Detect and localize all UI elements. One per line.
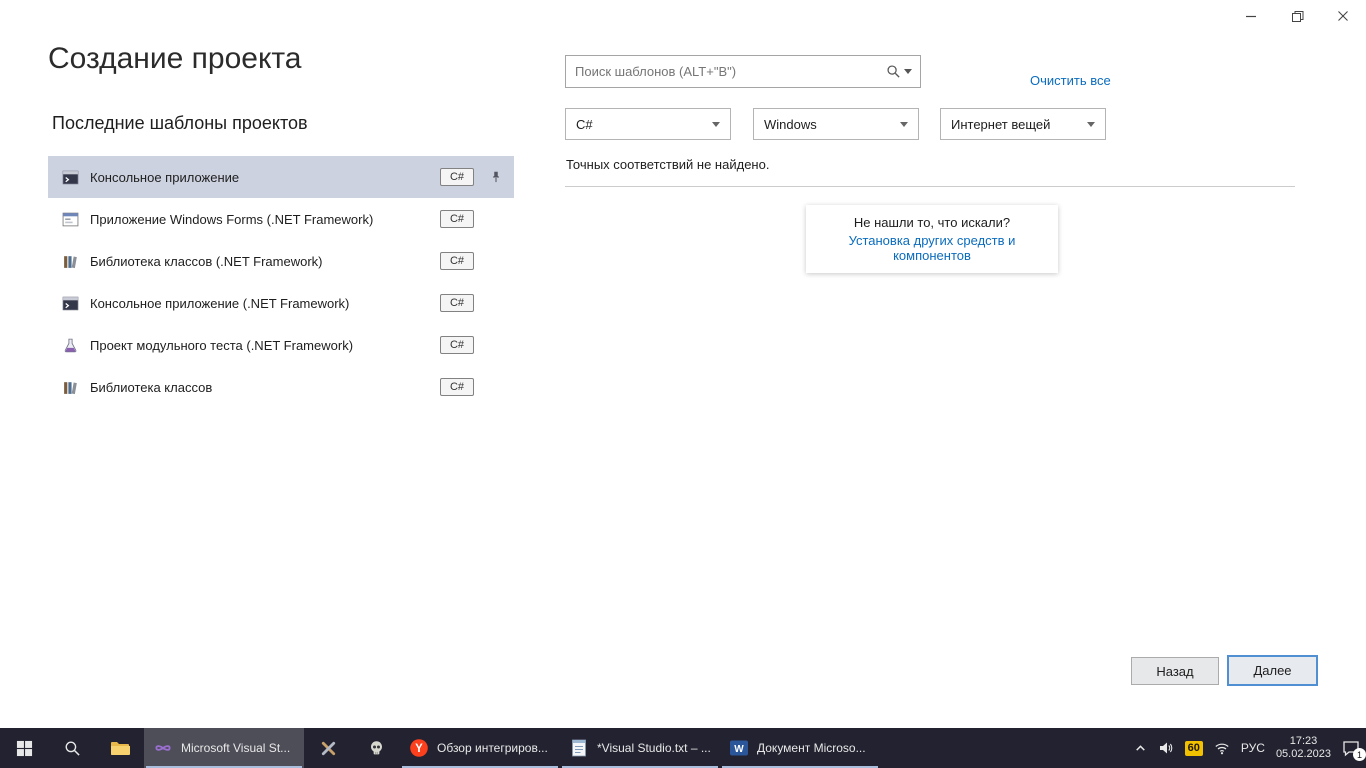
clock[interactable]: 17:23 05.02.2023 xyxy=(1276,735,1331,761)
install-tools-link[interactable]: Установка других средств и компонентов xyxy=(812,233,1052,263)
taskbar-app-label: Документ Microso... xyxy=(757,741,871,755)
svg-text:Y: Y xyxy=(415,743,423,755)
pin-button[interactable] xyxy=(484,165,508,189)
template-item-console-app-netfx[interactable]: Консольное приложение (.NET Framework) C… xyxy=(48,282,514,324)
language-badge: C# xyxy=(440,168,474,186)
restore-button[interactable] xyxy=(1274,0,1320,32)
skull-icon xyxy=(367,739,386,758)
search-icon xyxy=(64,740,81,757)
pushpin-icon xyxy=(489,170,503,184)
taskbar-search-button[interactable] xyxy=(48,728,96,768)
platform-filter-dropdown[interactable]: Windows xyxy=(753,108,919,140)
close-button[interactable] xyxy=(1320,0,1366,32)
volume-icon[interactable] xyxy=(1158,740,1174,756)
taskbar: Microsoft Visual St... Y Обзор интегриро… xyxy=(0,728,1366,768)
system-tray: 60 РУС 17:23 05.02.2023 1 xyxy=(1134,728,1366,768)
winforms-app-icon xyxy=(62,211,79,228)
recent-template-list: Консольное приложение C# Приложение Wind… xyxy=(48,156,514,408)
template-name: Консольное приложение xyxy=(90,170,440,185)
taskbar-app-visual-studio[interactable]: Microsoft Visual St... xyxy=(144,728,304,768)
template-item-unit-test-netfx[interactable]: Проект модульного теста (.NET Framework)… xyxy=(48,324,514,366)
windows-logo-icon xyxy=(16,740,33,757)
crossed-tools-icon xyxy=(319,739,338,758)
battery-percent-indicator[interactable]: 60 xyxy=(1185,741,1203,756)
template-item-console-app[interactable]: Консольное приложение C# xyxy=(48,156,514,198)
minimize-button[interactable] xyxy=(1228,0,1274,32)
not-found-title: Не нашли то, что искали? xyxy=(812,215,1052,230)
results-divider xyxy=(565,186,1295,187)
language-filter-dropdown[interactable]: C# xyxy=(565,108,731,140)
taskbar-app-skull-game[interactable] xyxy=(352,728,400,768)
not-found-card: Не нашли то, что искали? Установка други… xyxy=(806,205,1058,273)
taskbar-app-word[interactable]: W Документ Microso... xyxy=(720,728,880,768)
language-badge: C# xyxy=(440,210,474,228)
file-explorer-button[interactable] xyxy=(96,728,144,768)
folder-icon xyxy=(110,740,130,756)
no-match-message: Точных соответствий не найдено. xyxy=(566,157,769,172)
restore-icon xyxy=(1291,10,1304,23)
search-options-caret-icon[interactable] xyxy=(904,69,912,74)
template-item-class-library[interactable]: Библиотека классов C# xyxy=(48,366,514,408)
template-name: Проект модульного теста (.NET Framework) xyxy=(90,338,440,353)
template-name: Библиотека классов xyxy=(90,380,440,395)
template-name: Приложение Windows Forms (.NET Framework… xyxy=(90,212,440,227)
template-item-winforms-app[interactable]: Приложение Windows Forms (.NET Framework… xyxy=(48,198,514,240)
recent-templates-heading: Последние шаблоны проектов xyxy=(52,113,308,134)
svg-text:W: W xyxy=(734,744,744,755)
project-type-filter-value: Интернет вещей xyxy=(951,117,1050,132)
clear-all-link[interactable]: Очистить все xyxy=(1030,73,1111,88)
taskbar-app-yandex-browser[interactable]: Y Обзор интегриров... xyxy=(400,728,560,768)
action-center-button[interactable]: 1 xyxy=(1342,739,1360,757)
visual-studio-icon xyxy=(153,738,173,758)
taskbar-app-notepad[interactable]: *Visual Studio.txt – ... xyxy=(560,728,720,768)
language-filter-value: C# xyxy=(576,117,593,132)
tray-date: 05.02.2023 xyxy=(1276,748,1331,761)
taskbar-app-tools[interactable] xyxy=(304,728,352,768)
taskbar-app-label: Обзор интегриров... xyxy=(437,741,551,755)
language-badge: C# xyxy=(440,252,474,270)
close-icon xyxy=(1337,10,1349,22)
yandex-browser-icon: Y xyxy=(409,738,429,758)
notepad-icon xyxy=(569,738,589,758)
start-button[interactable] xyxy=(0,728,48,768)
notification-count-badge: 1 xyxy=(1353,748,1366,761)
taskbar-app-label: Microsoft Visual St... xyxy=(181,741,295,755)
network-wifi-icon[interactable] xyxy=(1214,740,1230,756)
search-input[interactable] xyxy=(566,64,886,79)
template-search xyxy=(565,55,921,88)
console-app-icon xyxy=(62,169,79,186)
word-icon: W xyxy=(729,738,749,758)
window-controls xyxy=(1228,0,1366,32)
language-indicator[interactable]: РУС xyxy=(1241,741,1265,755)
minimize-icon xyxy=(1245,10,1257,22)
search-icon[interactable] xyxy=(886,64,901,79)
language-badge: C# xyxy=(440,378,474,396)
console-app-icon xyxy=(62,295,79,312)
back-button[interactable]: Назад xyxy=(1131,657,1219,685)
template-name: Библиотека классов (.NET Framework) xyxy=(90,254,440,269)
chevron-down-icon xyxy=(712,122,720,127)
page-title: Создание проекта xyxy=(48,42,302,76)
tray-overflow-chevron-icon[interactable] xyxy=(1134,742,1147,755)
class-library-icon xyxy=(62,253,79,270)
class-library-icon xyxy=(62,379,79,396)
language-badge: C# xyxy=(440,294,474,312)
language-badge: C# xyxy=(440,336,474,354)
next-button[interactable]: Далее xyxy=(1227,655,1318,686)
chevron-down-icon xyxy=(900,122,908,127)
tray-time: 17:23 xyxy=(1276,735,1331,748)
template-name: Консольное приложение (.NET Framework) xyxy=(90,296,440,311)
unit-test-icon xyxy=(62,337,79,354)
template-item-class-library-netfx[interactable]: Библиотека классов (.NET Framework) C# xyxy=(48,240,514,282)
platform-filter-value: Windows xyxy=(764,117,817,132)
taskbar-app-label: *Visual Studio.txt – ... xyxy=(597,741,711,755)
chevron-down-icon xyxy=(1087,122,1095,127)
project-type-filter-dropdown[interactable]: Интернет вещей xyxy=(940,108,1106,140)
